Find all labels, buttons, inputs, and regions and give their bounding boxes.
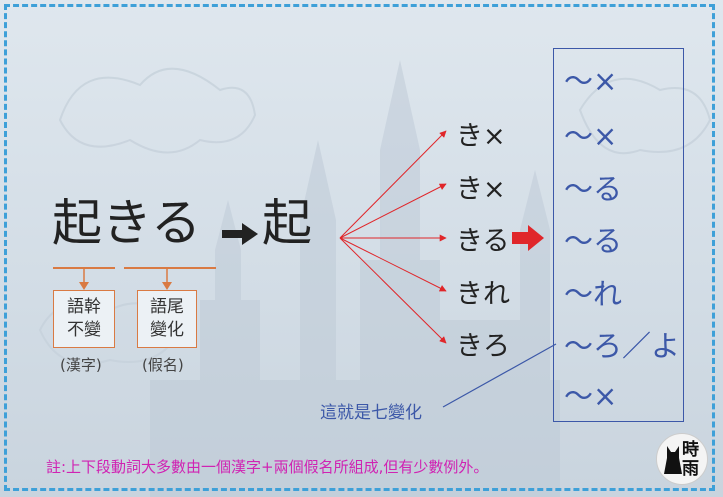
result-2: ～× [564,119,618,153]
result-5: ～れ [564,277,623,311]
logo-char-2: 雨 [682,459,699,479]
cat-icon [664,446,682,474]
branch-4: きれ [456,279,510,310]
branch-1: き× [456,121,506,152]
branch-3: きる [456,226,510,257]
result-6: ～ろ／よ [564,329,681,363]
branch-5: きろ [456,331,510,362]
logo-char-1: 時 [682,440,699,460]
result-4: ～る [564,224,623,258]
result-3: ～る [564,172,623,206]
result-1: ～× [564,64,618,98]
result-7: ～× [564,379,618,413]
logo: 時 雨 [656,433,708,485]
seven-forms-label: 這就是七變化 [320,403,422,423]
branch-2: き× [456,174,506,205]
footnote: 註:上下段動詞大多數由一個漢字+兩個假名所組成,但有少數例外。 [46,458,489,476]
